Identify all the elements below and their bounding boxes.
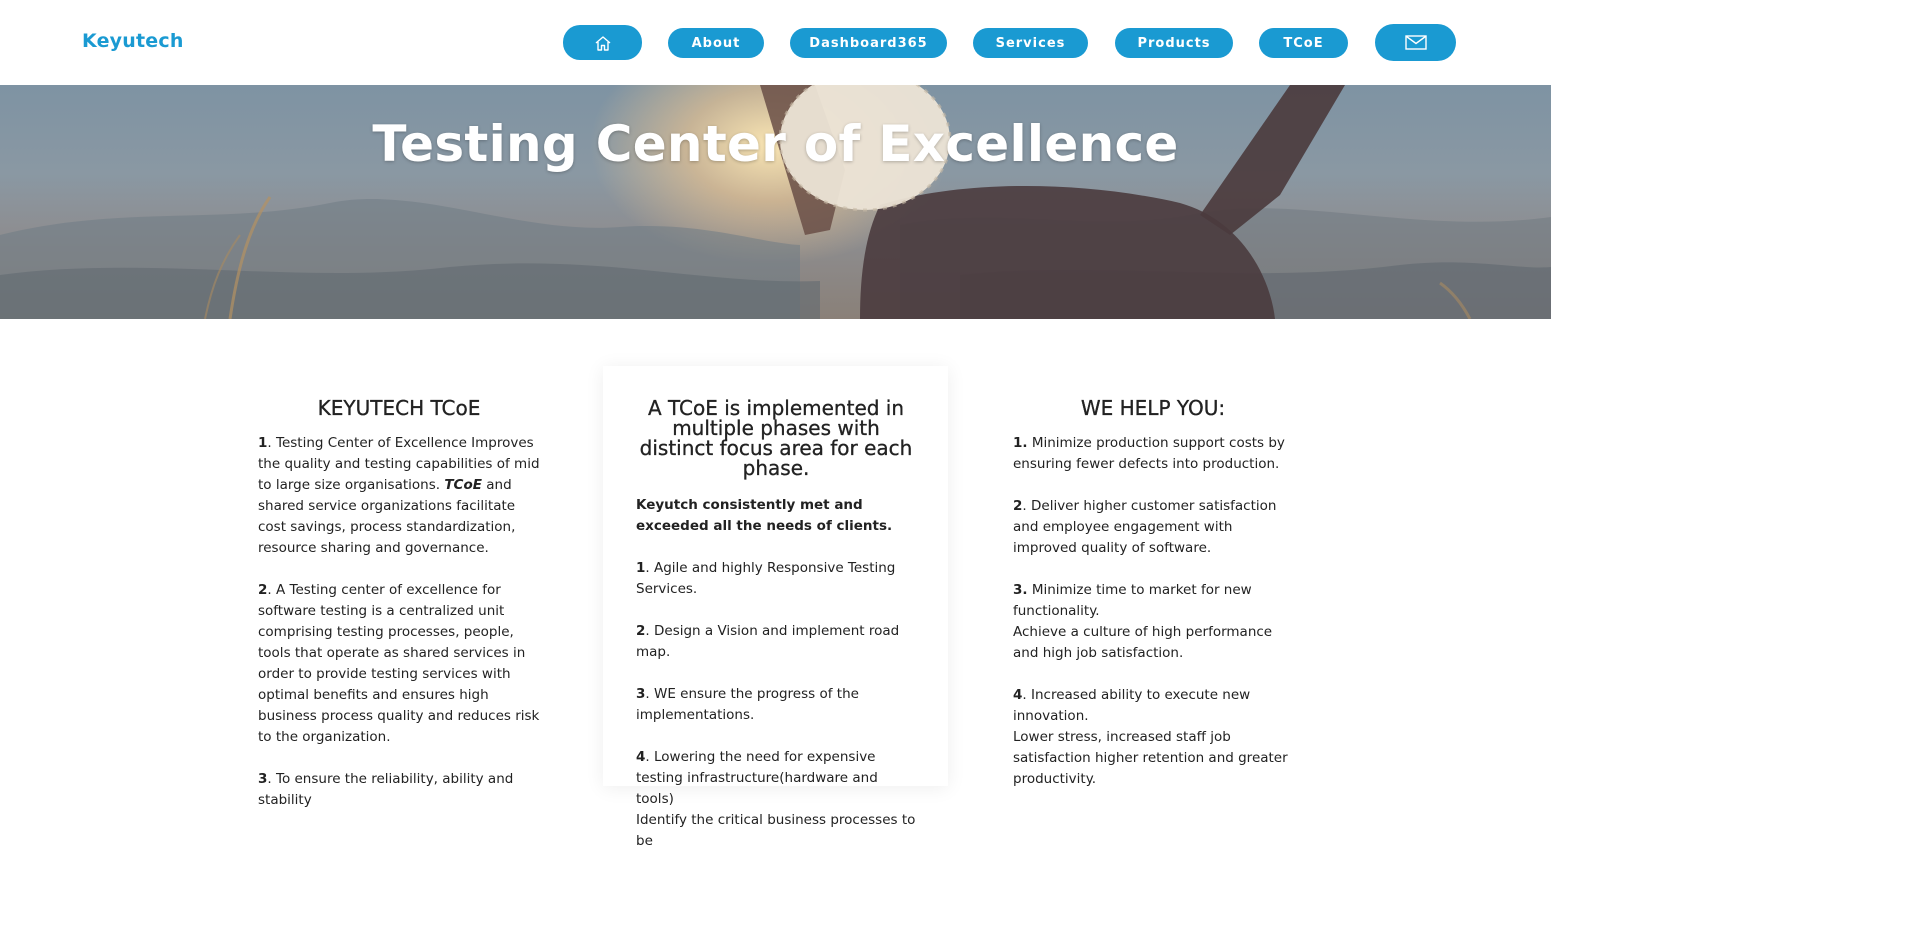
nav-home-button[interactable]: [563, 25, 642, 60]
nav-dashboard365-button[interactable]: Dashboard365: [790, 28, 947, 58]
nav-contact-button[interactable]: [1375, 24, 1456, 61]
page-title: Testing Center of Excellence: [372, 115, 1179, 173]
list-item: 2. Deliver higher customer satisfaction …: [1013, 496, 1293, 559]
item-number: 3: [258, 771, 268, 787]
item-number: 2: [258, 582, 268, 598]
nav-services-button[interactable]: Services: [973, 28, 1088, 58]
column-heading: WE HELP YOU:: [1080, 396, 1226, 420]
item-number: 2: [1013, 498, 1023, 514]
item-number: 1.: [1013, 435, 1028, 451]
item-number: 1: [258, 435, 268, 451]
item-text: . Deliver higher customer satisfaction a…: [1013, 498, 1277, 556]
item-text: Minimize time to market for new function…: [1013, 582, 1252, 619]
list-item: 4. Increased ability to execute new inno…: [1013, 685, 1293, 790]
list-item: 4. Lowering the need for expensive testi…: [636, 747, 916, 852]
we-help-you-column: WE HELP YOU: 1. Minimize production supp…: [1013, 366, 1293, 811]
item-text-continued: Achieve a culture of high performance an…: [1013, 624, 1273, 661]
column-heading: KEYUTECH TCoE: [317, 396, 481, 420]
list-item: 1. Minimize production support costs by …: [1013, 433, 1293, 475]
home-icon: [594, 35, 612, 51]
hero-banner: Testing Center of Excellence: [0, 85, 1551, 319]
list-item: 1. Agile and highly Responsive Testing S…: [636, 558, 916, 600]
item-text: . WE ensure the progress of the implemen…: [636, 686, 859, 723]
list-item: 3. To ensure the reliability, ability an…: [258, 769, 540, 811]
list-item: 2. Design a Vision and implement road ma…: [636, 621, 916, 663]
top-navbar: Keyutech About Dashboard365 Services Pro…: [0, 0, 1551, 85]
item-text: . Agile and highly Responsive Testing Se…: [636, 560, 896, 597]
item-text: . To ensure the reliability, ability and…: [258, 771, 514, 808]
column-subheading: Keyutch consistently met and exceeded al…: [636, 497, 893, 534]
nav-tcoe-button[interactable]: TCoE: [1259, 28, 1348, 58]
item-number: 2: [636, 623, 646, 639]
item-text: . Lowering the need for expensive testin…: [636, 749, 878, 807]
mail-icon: [1404, 35, 1427, 50]
implementation-phases-card: A TCoE is implemented in multiple phases…: [603, 366, 948, 849]
item-number: 3.: [1013, 582, 1028, 598]
list-item: 3. WE ensure the progress of the impleme…: [636, 684, 916, 726]
nav-products-button[interactable]: Products: [1115, 28, 1233, 58]
item-number: 3: [636, 686, 646, 702]
item-emphasis: TCoE: [444, 477, 482, 493]
item-text-continued: Identify the critical business processes…: [636, 812, 916, 849]
nav-about-button[interactable]: About: [668, 28, 764, 58]
item-number: 1: [636, 560, 646, 576]
list-item: 1. Testing Center of Excellence Improves…: [258, 433, 540, 559]
brand-logo[interactable]: Keyutech: [82, 30, 184, 52]
item-text-continued: Lower stress, increased staff job satisf…: [1013, 729, 1288, 787]
item-text: . Design a Vision and implement road map…: [636, 623, 900, 660]
item-text: . Increased ability to execute new innov…: [1013, 687, 1251, 724]
item-number: 4: [1013, 687, 1023, 703]
list-item: 2. A Testing center of excellence for so…: [258, 580, 540, 748]
tcoe-overview-column: KEYUTECH TCoE 1. Testing Center of Excel…: [258, 366, 540, 832]
item-text: . A Testing center of excellence for sof…: [258, 582, 540, 745]
column-heading: A TCoE is implemented in multiple phases…: [639, 396, 913, 480]
item-text: Minimize production support costs by ens…: [1013, 435, 1285, 472]
list-item: 3. Minimize time to market for new funct…: [1013, 580, 1293, 664]
item-number: 4: [636, 749, 646, 765]
